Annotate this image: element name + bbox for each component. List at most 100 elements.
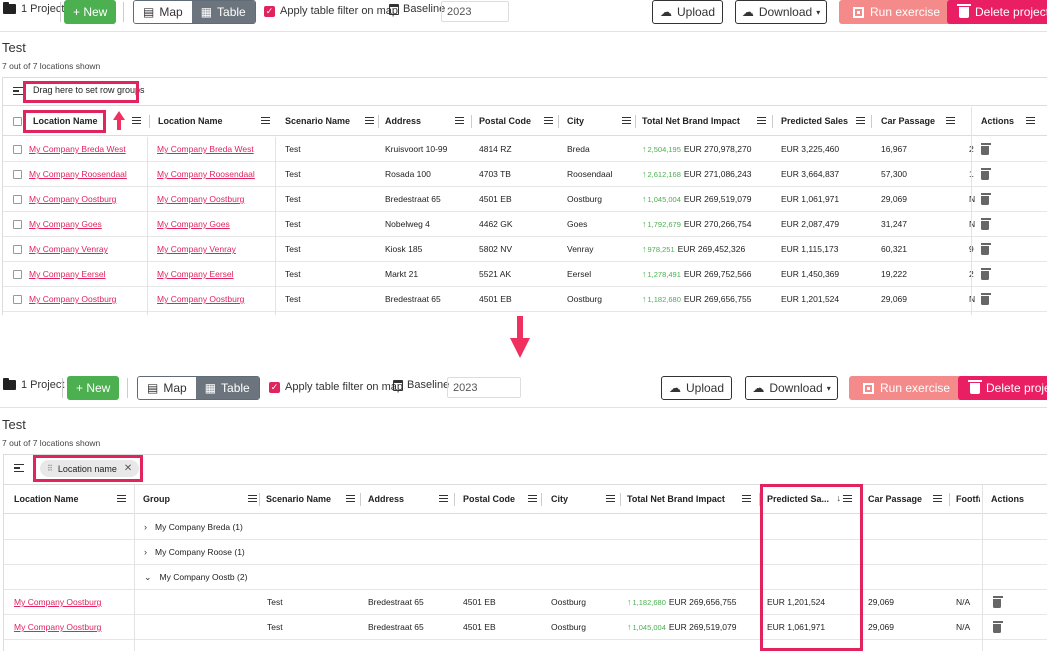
location-name-link[interactable]: My Company Oostburg [14, 615, 132, 639]
column-menu-icon[interactable] [622, 117, 631, 124]
column-header-address[interactable]: Address [385, 107, 470, 135]
location-name-link[interactable]: My Company Eersel [157, 262, 275, 286]
table-row[interactable]: My Company Oostburg Test Bredestraat 65 450… [4, 615, 1047, 640]
chevron-right-icon[interactable]: › [144, 547, 147, 557]
project-count[interactable]: 1 Project [3, 2, 64, 15]
column-header-location-name[interactable]: Location Name [29, 107, 147, 135]
download-button[interactable]: ☁ Download ▾ [735, 0, 827, 24]
upload-button[interactable]: ☁ Upload [652, 0, 723, 24]
column-header-scenario-name[interactable]: Scenario Name [266, 485, 361, 513]
column-menu-icon[interactable] [742, 495, 751, 502]
delete-project-button[interactable]: Delete project [947, 0, 1047, 24]
baseline-input[interactable]: 2023 [447, 377, 521, 398]
location-name-link[interactable]: My Company Oostburg [14, 590, 132, 614]
select-all-checkbox[interactable] [13, 107, 27, 135]
column-header-address[interactable]: Address [368, 485, 454, 513]
column-header-group[interactable]: Group [143, 485, 263, 513]
column-header-actions[interactable]: Actions [981, 107, 1041, 135]
location-name-link[interactable]: My Company Oostburg [29, 287, 147, 311]
table-row[interactable]: My Company Oostburg My Company Oostburg Te… [3, 187, 1047, 212]
column-header-predicted-sales[interactable]: Predicted Sa... ↓ [767, 485, 858, 513]
new-button[interactable]: + New [64, 0, 117, 24]
delete-project-button[interactable]: Delete project [958, 376, 1047, 400]
column-header-postal-code[interactable]: Postal Code [463, 485, 543, 513]
delete-row-button[interactable] [981, 287, 1001, 311]
location-name-link[interactable]: My Company Breda West [157, 137, 275, 161]
column-header-car-passage[interactable]: Car Passage [881, 107, 961, 135]
column-header-predicted-sales[interactable]: Predicted Sales [781, 107, 871, 135]
filter-checkbox[interactable]: ✓ Apply table filter on map [264, 5, 398, 17]
column-header-city[interactable]: City [567, 107, 637, 135]
new-button[interactable]: + New [67, 376, 120, 400]
location-name-link[interactable]: My Company Goes [29, 212, 147, 236]
column-header-car-passage[interactable]: Car Passage [868, 485, 948, 513]
group-row[interactable]: › My Company Breda (1) [4, 515, 1047, 540]
table-view-button[interactable]: ▦ Table [191, 1, 255, 23]
location-name-link[interactable]: My Company Roosendaal [157, 162, 275, 186]
column-header-total-net-brand-impact[interactable]: Total Net Brand Impact [642, 107, 772, 135]
sort-descending-icon[interactable]: ↓ [837, 493, 842, 503]
table-row[interactable]: My Company Eersel My Company Eersel Test Ma… [3, 262, 1047, 287]
group-row[interactable]: › My Company Roose (1) [4, 540, 1047, 565]
column-menu-icon[interactable] [856, 117, 865, 124]
project-count[interactable]: 1 Project [3, 378, 64, 391]
delete-row-button[interactable] [981, 162, 1001, 186]
column-header-scenario-name[interactable]: Scenario Name [285, 107, 380, 135]
table-row[interactable]: My Company Venray My Company Venray Test Ki… [3, 237, 1047, 262]
column-header-location-name[interactable]: Location Name [14, 485, 132, 513]
location-name-link[interactable]: My Company Oostburg [157, 287, 275, 311]
row-checkbox[interactable] [13, 162, 27, 186]
row-checkbox[interactable] [13, 287, 27, 311]
table-view-button[interactable]: ▦ Table [195, 377, 259, 399]
delete-row-button[interactable] [993, 615, 1013, 639]
column-header-total-net-brand-impact[interactable]: Total Net Brand Impact [627, 485, 757, 513]
row-checkbox[interactable] [13, 137, 27, 161]
table-row[interactable]: My Company Roosendaal My Company Roosenda… [3, 162, 1047, 187]
column-header-footfall[interactable]: Footfa [956, 485, 980, 513]
location-name-link[interactable]: My Company Venray [157, 237, 275, 261]
row-checkbox[interactable] [13, 262, 27, 286]
column-header-postal-code[interactable]: Postal Code [479, 107, 559, 135]
column-menu-icon[interactable] [261, 117, 270, 124]
location-name-link[interactable]: My Company Venray [29, 237, 147, 261]
group-cell[interactable]: › My Company Roose (1) [144, 540, 344, 564]
group-cell[interactable]: › My Company Breda (1) [144, 515, 344, 539]
location-name-link[interactable]: My Company Oostburg [29, 187, 147, 211]
location-name-link[interactable]: My Company Goes [157, 212, 275, 236]
chevron-right-icon[interactable]: › [144, 522, 147, 532]
chevron-down-icon[interactable]: ⌄ [144, 572, 152, 583]
table-row[interactable]: My Company Oostburg Test Bredestraat 65 450… [4, 590, 1047, 615]
delete-row-button[interactable] [981, 262, 1001, 286]
column-menu-icon[interactable] [248, 495, 257, 502]
column-menu-icon[interactable] [117, 495, 126, 502]
map-view-button[interactable]: ▤ Map [134, 1, 192, 23]
run-exercise-button[interactable]: Run exercise [839, 0, 955, 24]
download-button[interactable]: ☁ Download ▾ [745, 376, 838, 400]
column-menu-icon[interactable] [544, 117, 553, 124]
column-menu-icon[interactable] [528, 495, 537, 502]
delete-row-button[interactable] [981, 237, 1001, 261]
row-group-panel[interactable]: ⠿ Location name ✕ [4, 455, 1047, 485]
run-exercise-button[interactable]: Run exercise [849, 376, 965, 400]
column-header-city[interactable]: City [551, 485, 621, 513]
group-cell[interactable]: ⌄ My Company Oostb (2) [144, 565, 344, 589]
map-view-button[interactable]: ▤ Map [138, 377, 196, 399]
row-checkbox[interactable] [13, 237, 27, 261]
filter-checkbox[interactable]: ✓ Apply table filter on map [269, 381, 403, 393]
group-row[interactable]: ⌄ My Company Oostb (2) [4, 565, 1047, 590]
upload-button[interactable]: ☁ Upload [661, 376, 732, 400]
column-menu-icon[interactable] [439, 495, 448, 502]
location-name-link[interactable]: My Company Oostburg [157, 187, 275, 211]
table-row[interactable]: My Company Breda West My Company Breda We… [3, 137, 1047, 162]
location-name-link[interactable]: My Company Eersel [29, 262, 147, 286]
delete-row-button[interactable] [981, 212, 1001, 236]
table-row[interactable]: My Company Oostburg My Company Oostburg Te… [3, 287, 1047, 312]
delete-row-button[interactable] [981, 187, 1001, 211]
close-icon[interactable]: ✕ [124, 463, 132, 474]
group-row[interactable] [4, 640, 1047, 651]
column-menu-icon[interactable] [843, 495, 852, 502]
column-menu-icon[interactable] [757, 117, 766, 124]
column-menu-icon[interactable] [606, 495, 615, 502]
column-menu-icon[interactable] [1026, 117, 1035, 124]
column-menu-icon[interactable] [365, 117, 374, 124]
